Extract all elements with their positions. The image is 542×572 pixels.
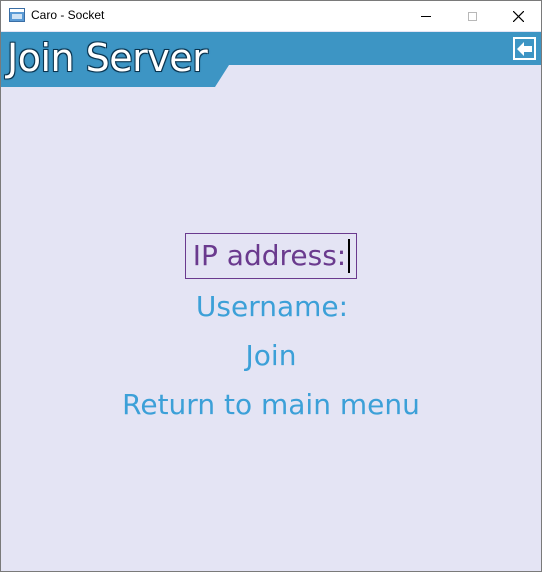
return-to-main-menu-button[interactable]: Return to main menu <box>122 380 420 429</box>
join-server-menu: IP address: Username: Join Return to mai… <box>1 233 541 429</box>
ip-address-field[interactable]: IP address: <box>184 233 358 279</box>
close-button[interactable] <box>495 1 541 31</box>
join-button[interactable]: Join <box>246 331 297 380</box>
text-caret <box>348 239 351 273</box>
minimize-icon <box>421 15 431 17</box>
back-button[interactable] <box>513 37 536 60</box>
maximize-button[interactable] <box>449 1 495 31</box>
maximize-icon <box>467 11 477 21</box>
title-bar: Caro - Socket <box>1 1 541 31</box>
app-window: Caro - Socket Join Server IP address: Us… <box>0 0 542 572</box>
app-window-icon <box>9 8 25 22</box>
minimize-button[interactable] <box>403 1 449 31</box>
window-title: Caro - Socket <box>31 8 105 22</box>
arrow-left-icon <box>517 41 532 56</box>
close-icon <box>512 10 524 22</box>
username-field[interactable]: Username: <box>196 282 348 331</box>
ip-address-label: IP address: <box>192 239 347 272</box>
page-title: Join Server <box>7 36 208 80</box>
